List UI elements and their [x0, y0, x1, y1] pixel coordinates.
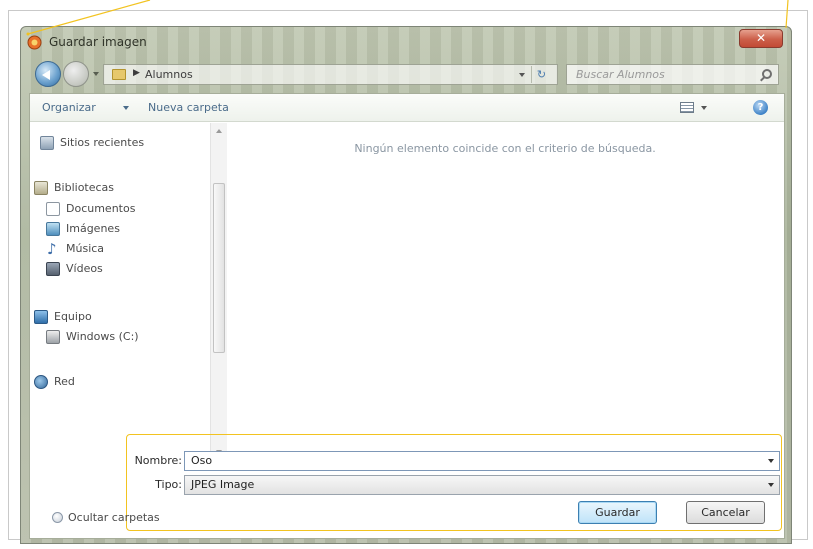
navigation-scrollbar[interactable]	[210, 123, 227, 464]
file-type-label: Tipo:	[155, 478, 182, 491]
help-icon[interactable]: ?	[753, 100, 768, 115]
new-folder-button[interactable]: Nueva carpeta	[148, 101, 229, 114]
title-bar[interactable]: Guardar imagen ✕	[21, 27, 791, 57]
search-icon[interactable]	[762, 69, 772, 79]
file-name-dropdown-icon[interactable]	[768, 459, 774, 463]
sidebar-item-label: Sitios recientes	[60, 136, 145, 149]
sidebar-item-label: Imágenes	[66, 222, 120, 235]
collapse-icon	[52, 512, 63, 523]
breadcrumb-arrow-icon[interactable]: ▶	[133, 68, 140, 78]
sidebar-item-label: Vídeos	[66, 262, 103, 275]
scroll-up-icon[interactable]	[216, 129, 222, 133]
computer-icon	[34, 310, 48, 324]
file-type-value[interactable]: JPEG Image	[191, 478, 254, 491]
recent-locations-dropdown-icon[interactable]	[93, 72, 99, 76]
folder-icon	[112, 69, 126, 80]
dialog-title: Guardar imagen	[49, 35, 147, 49]
command-toolbar: Organizar Nueva carpeta ?	[30, 94, 784, 122]
empty-results-message: Ningún elemento coincide con el criterio…	[354, 142, 656, 155]
cancel-button[interactable]: Cancelar	[686, 501, 765, 524]
view-options-icon[interactable]	[680, 102, 694, 113]
documents-icon	[46, 202, 60, 216]
search-box[interactable]: Buscar Alumnos	[566, 64, 779, 85]
navigation-pane: Sitios recientes Bibliotecas Documentos …	[30, 123, 206, 453]
refresh-icon[interactable]: ↻	[531, 66, 551, 83]
sidebar-item-label: Equipo	[54, 310, 92, 323]
close-button[interactable]: ✕	[739, 29, 783, 48]
videos-icon	[46, 262, 60, 276]
music-icon	[46, 240, 60, 258]
app-icon	[27, 35, 42, 50]
address-dropdown-icon[interactable]	[519, 73, 525, 77]
network-icon	[34, 375, 48, 389]
file-name-value[interactable]: Oso	[191, 454, 212, 467]
screenshot-stage: Guardar imagen ✕ ▶ Alumnos ↻ Buscar Alum…	[0, 0, 813, 549]
scroll-thumb[interactable]	[213, 183, 225, 353]
sidebar-item-label: Red	[54, 375, 75, 388]
forward-icon[interactable]	[63, 61, 89, 87]
save-button[interactable]: Guardar	[578, 501, 657, 524]
file-type-select[interactable]: JPEG Image	[184, 475, 780, 495]
address-bar[interactable]: ▶ Alumnos ↻	[103, 64, 558, 85]
file-type-dropdown-icon[interactable]	[768, 483, 774, 487]
dialog-client-area: Organizar Nueva carpeta ? Sitios recient…	[29, 93, 785, 539]
organize-dropdown-icon[interactable]	[123, 106, 129, 110]
drive-icon	[46, 330, 60, 344]
sidebar-item-label: Bibliotecas	[54, 181, 115, 194]
save-image-dialog: Guardar imagen ✕ ▶ Alumnos ↻ Buscar Alum…	[20, 26, 792, 544]
organize-button[interactable]: Organizar	[42, 101, 96, 114]
navigation-row: ▶ Alumnos ↻ Buscar Alumnos	[21, 57, 791, 91]
libraries-icon	[34, 181, 48, 195]
file-name-label: Nombre:	[134, 454, 182, 467]
file-name-field[interactable]: Oso	[184, 451, 780, 471]
search-input[interactable]: Buscar Alumnos	[576, 68, 665, 81]
view-dropdown-icon[interactable]	[701, 106, 707, 110]
breadcrumb-folder[interactable]: Alumnos	[145, 68, 193, 81]
sidebar-item-label: Documentos	[66, 202, 136, 215]
sidebar-item-label: Windows (C:)	[66, 330, 139, 343]
recent-places-icon	[40, 136, 54, 150]
sidebar-item-label: Música	[66, 242, 105, 255]
hide-folders-label[interactable]: Ocultar carpetas	[68, 511, 160, 524]
pictures-icon	[46, 222, 60, 236]
back-icon[interactable]	[35, 61, 61, 87]
